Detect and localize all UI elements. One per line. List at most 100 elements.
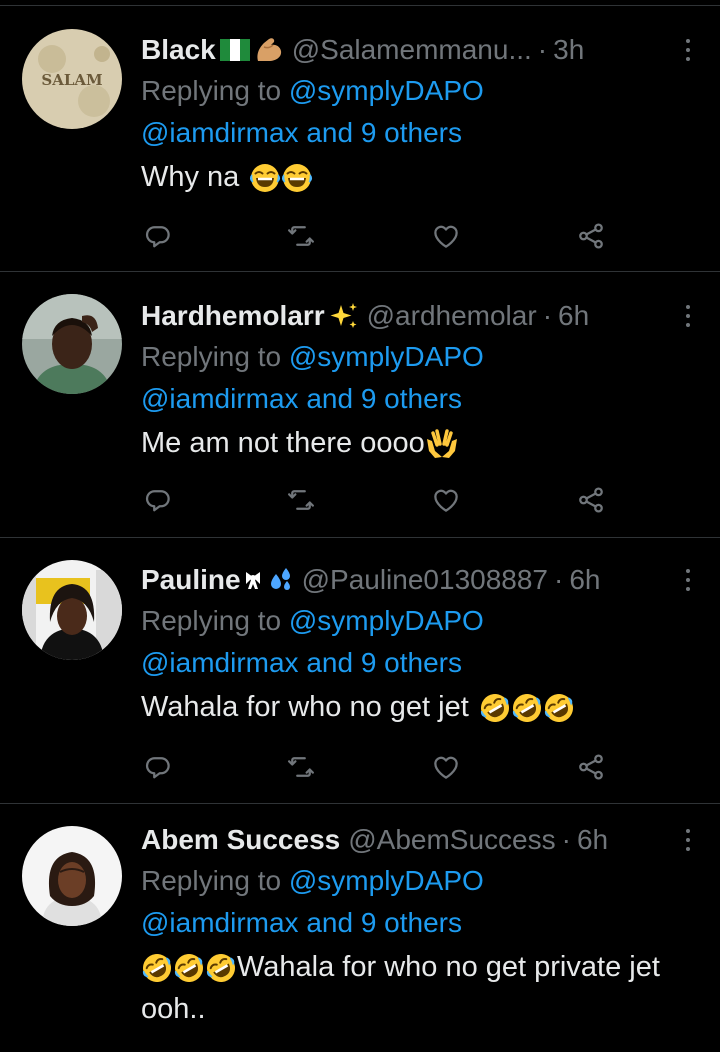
separator-dot: · <box>542 300 553 331</box>
retweet-icon <box>286 221 316 251</box>
user-handle[interactable]: @ardhemolar <box>367 300 537 332</box>
tweet-header: Abem Success @AbemSuccess · 6h <box>141 820 700 860</box>
tweet-text: Why na <box>141 156 700 198</box>
tweet-header: Hardhemolarr @ardhemolar · 6h <box>141 296 700 336</box>
reply-icon <box>143 752 173 782</box>
tweet-body: Me am not there oooo <box>141 427 425 459</box>
nigeria-flag-icon <box>219 39 250 61</box>
heart-icon <box>431 485 461 515</box>
tweet-content: Hardhemolarr @ardhemolar · 6h Replying t… <box>141 296 700 464</box>
more-vertical-icon[interactable] <box>676 562 700 598</box>
tweet-text: Me am not there oooo <box>141 422 700 464</box>
tweet-text: Wahala for who no get jet <box>141 686 700 728</box>
retweet-icon <box>286 485 316 515</box>
more-vertical-icon[interactable] <box>676 32 700 68</box>
sweat-droplets-icon <box>270 568 290 590</box>
reply-button[interactable] <box>141 219 175 253</box>
action-bar <box>141 750 611 784</box>
display-name[interactable]: Hardhemolarr <box>141 300 325 332</box>
reply-button[interactable] <box>141 750 175 784</box>
avatar[interactable] <box>22 294 122 394</box>
replying-label: Replying to <box>141 605 282 636</box>
reply-others-link[interactable]: @iamdirmax and 9 others <box>141 907 462 938</box>
tweet[interactable]: Hardhemolarr @ardhemolar · 6h Replying t… <box>0 272 720 538</box>
replying-to-others: @iamdirmax and 9 others <box>141 112 700 154</box>
ribbon-heart-icon <box>245 572 260 589</box>
tweet[interactable]: Abem Success @AbemSuccess · 6h Replying … <box>0 804 720 1052</box>
more-vertical-icon[interactable] <box>676 822 700 858</box>
replying-to-others: @iamdirmax and 9 others <box>141 378 700 420</box>
reply-others-link[interactable]: @iamdirmax and 9 others <box>141 117 462 148</box>
share-icon <box>576 221 606 251</box>
laughing-emoji-icon <box>249 162 281 194</box>
reply-others-link[interactable]: @iamdirmax and 9 others <box>141 383 462 414</box>
rolling-laughing-emoji-icon <box>173 952 205 984</box>
avatar[interactable] <box>22 560 122 660</box>
tweet-header: Black @Salamemmanu... · 3h <box>141 30 700 70</box>
heart-icon <box>431 752 461 782</box>
display-name[interactable]: Black <box>141 34 216 66</box>
flexed-biceps-icon <box>257 38 281 61</box>
rolling-laughing-emoji-icon <box>141 952 173 984</box>
replying-to: Replying to @symplyDAPO <box>141 336 700 378</box>
share-icon <box>576 485 606 515</box>
timestamp[interactable]: 6h <box>558 300 589 332</box>
user-handle[interactable]: @AbemSuccess <box>348 824 555 856</box>
separator-dot: · <box>537 34 548 65</box>
tweet-header: Pauline @Pauline01308887 · 6h <box>141 560 700 600</box>
share-button[interactable] <box>574 483 608 517</box>
retweet-icon <box>286 752 316 782</box>
reply-user-link[interactable]: @symplyDAPO <box>289 341 484 372</box>
replying-to-others: @iamdirmax and 9 others <box>141 642 700 684</box>
tweet[interactable]: SALAM Black @Salamemmanu... · 3h Replyin… <box>0 6 720 272</box>
reply-others-link[interactable]: @iamdirmax and 9 others <box>141 647 462 678</box>
tweet-body: Why na <box>141 161 240 193</box>
rolling-laughing-emoji-icon <box>511 692 543 724</box>
tweet-content: Pauline @Pauline01308887 · 6h Replying t… <box>141 560 700 728</box>
retweet-button[interactable] <box>284 750 318 784</box>
reply-user-link[interactable]: @symplyDAPO <box>289 605 484 636</box>
avatar-text: SALAM <box>41 71 102 89</box>
separator-dot: · <box>554 564 564 595</box>
share-button[interactable] <box>574 219 608 253</box>
tweet-content: Black @Salamemmanu... · 3h Replying to @… <box>141 30 700 198</box>
timestamp[interactable]: 3h <box>553 34 584 66</box>
share-button[interactable] <box>574 750 608 784</box>
rolling-laughing-emoji-icon <box>479 692 511 724</box>
laughing-emoji-icon <box>281 162 313 194</box>
timestamp[interactable]: 6h <box>569 564 600 596</box>
like-button[interactable] <box>429 750 463 784</box>
reply-user-link[interactable]: @symplyDAPO <box>289 75 484 106</box>
reply-user-link[interactable]: @symplyDAPO <box>289 865 484 896</box>
replying-to-others: @iamdirmax and 9 others <box>141 902 700 944</box>
replying-to: Replying to @symplyDAPO <box>141 860 700 902</box>
tweet-body: Wahala for who no get jet <box>141 691 469 723</box>
heart-icon <box>431 221 461 251</box>
user-handle[interactable]: @Pauline01308887 <box>302 564 548 596</box>
user-handle[interactable]: @Salamemmanu... <box>292 34 532 66</box>
replying-to: Replying to @symplyDAPO <box>141 600 700 642</box>
reply-icon <box>143 485 173 515</box>
replying-label: Replying to <box>141 341 282 372</box>
tweet-content: Abem Success @AbemSuccess · 6h Replying … <box>141 820 700 1030</box>
avatar[interactable]: SALAM <box>22 29 122 129</box>
replying-label: Replying to <box>141 865 282 896</box>
rolling-laughing-emoji-icon <box>205 952 237 984</box>
rolling-laughing-emoji-icon <box>543 692 575 724</box>
retweet-button[interactable] <box>284 219 318 253</box>
avatar[interactable] <box>22 826 122 926</box>
replying-label: Replying to <box>141 75 282 106</box>
reply-icon <box>143 221 173 251</box>
share-icon <box>576 752 606 782</box>
tweet[interactable]: Pauline @Pauline01308887 · 6h Replying t… <box>0 538 720 804</box>
display-name[interactable]: Abem Success <box>141 824 340 856</box>
like-button[interactable] <box>429 483 463 517</box>
more-vertical-icon[interactable] <box>676 298 700 334</box>
tweet-text: Wahala for who no get private jet ooh.. <box>141 946 700 1030</box>
reply-button[interactable] <box>141 483 175 517</box>
like-button[interactable] <box>429 219 463 253</box>
display-name[interactable]: Pauline <box>141 564 241 596</box>
timestamp[interactable]: 6h <box>577 824 608 856</box>
retweet-button[interactable] <box>284 483 318 517</box>
raising-hands-icon <box>426 429 457 459</box>
